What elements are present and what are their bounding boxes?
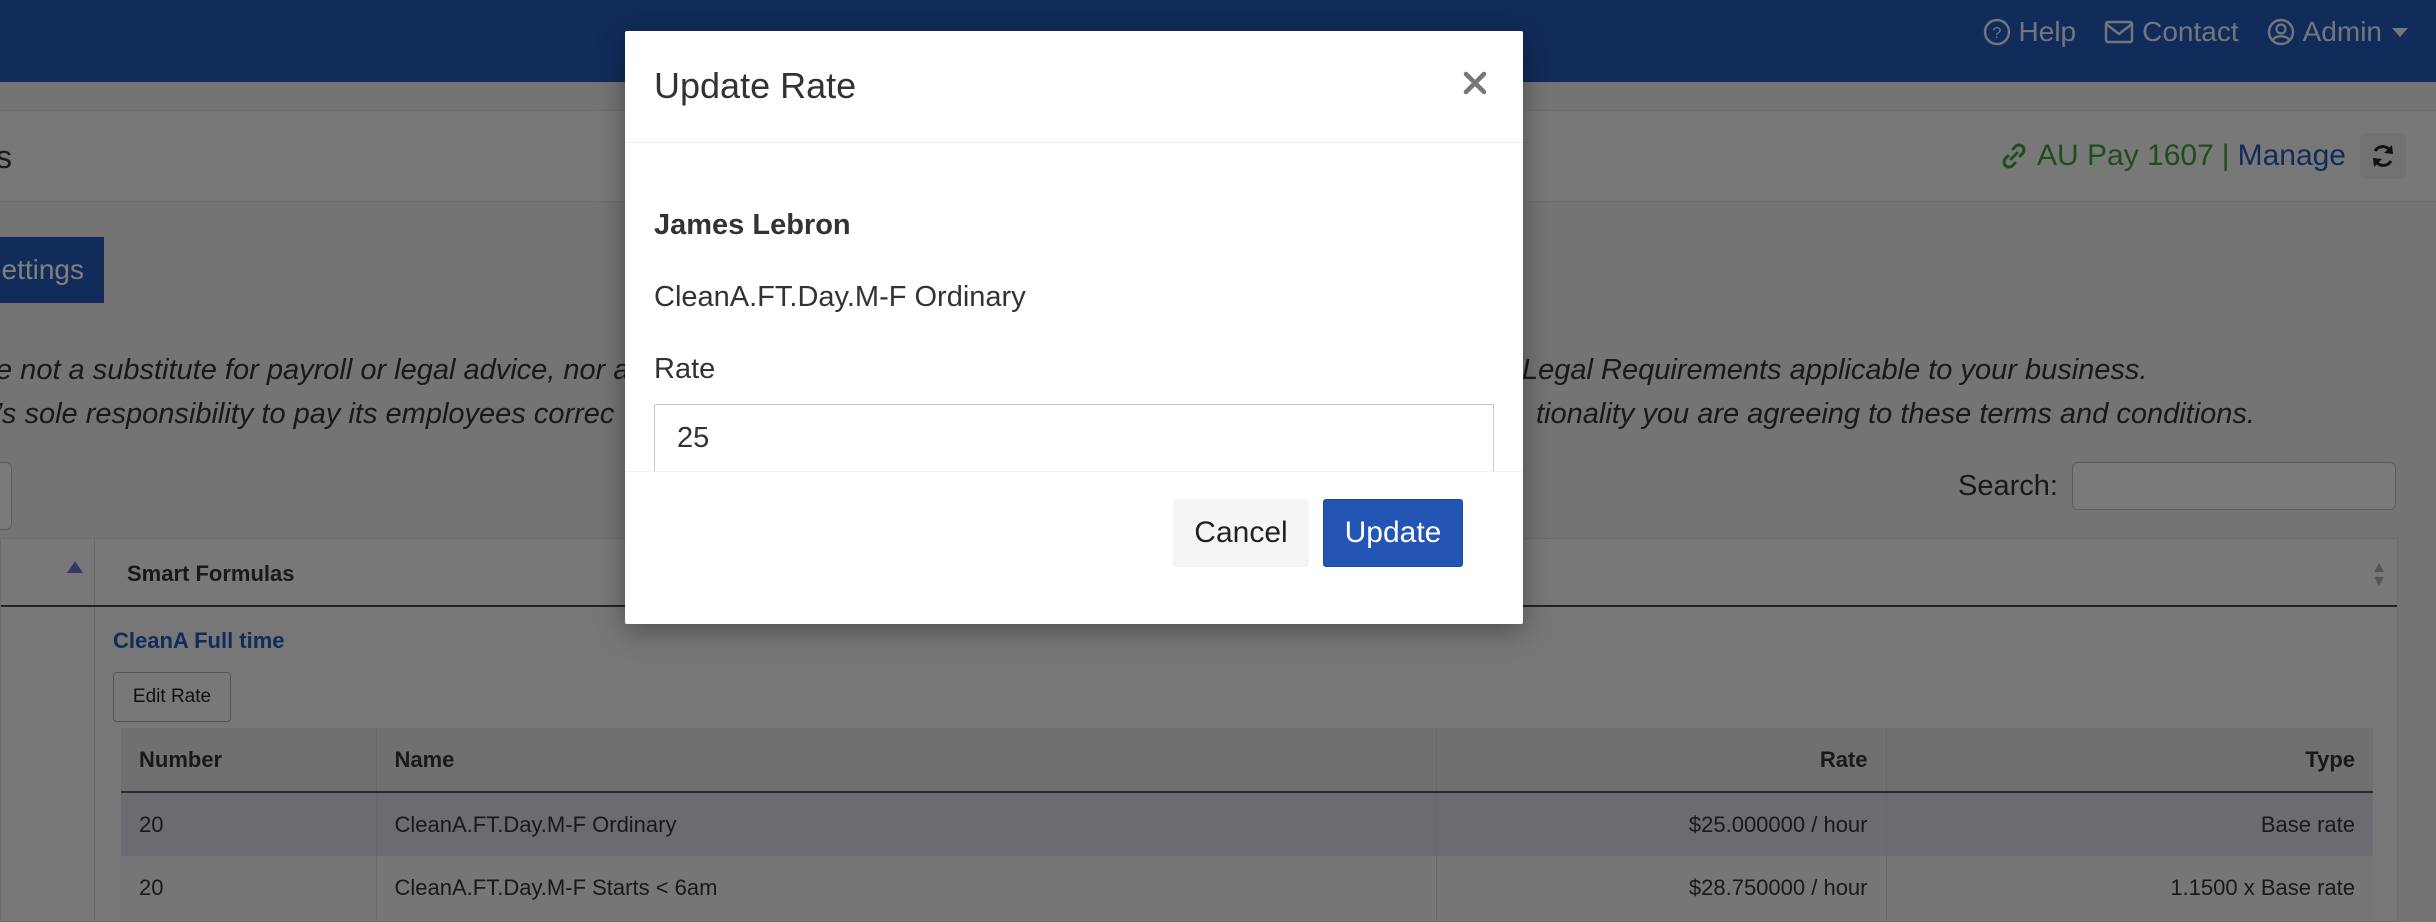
- rate-name: CleanA.FT.Day.M-F Ordinary: [654, 281, 1026, 313]
- close-button[interactable]: [1455, 63, 1495, 103]
- close-icon: [1463, 71, 1487, 95]
- update-rate-modal: Update Rate James Lebron CleanA.FT.Day.M…: [625, 31, 1523, 624]
- cancel-button[interactable]: Cancel: [1173, 499, 1309, 567]
- modal-footer: Cancel Update: [625, 471, 1523, 624]
- rate-field-label: Rate: [654, 353, 716, 385]
- modal-title: Update Rate: [654, 65, 857, 106]
- rate-input[interactable]: [654, 404, 1494, 472]
- update-button[interactable]: Update: [1323, 499, 1463, 567]
- modal-header: Update Rate: [625, 31, 1523, 143]
- employee-name: James Lebron: [654, 209, 851, 241]
